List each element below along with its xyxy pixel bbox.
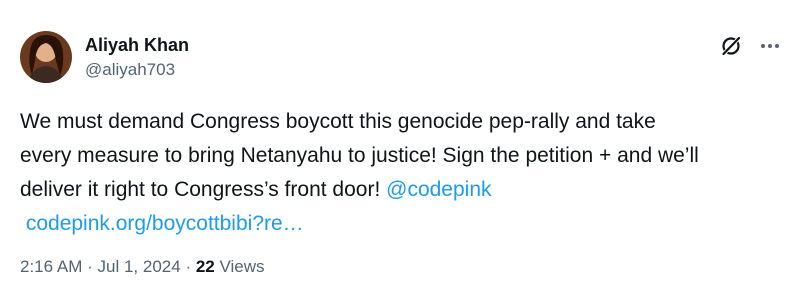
tweet-text-line: deliver it right to Congress’s front doo…: [20, 173, 790, 207]
author-name[interactable]: Aliyah Khan: [85, 35, 189, 56]
mention-link[interactable]: @codepink: [386, 178, 491, 201]
meta-separator: ·: [87, 257, 93, 276]
grok-icon[interactable]: [719, 34, 743, 58]
tweet-text-line: codepink.org/boycottbibi?re…: [20, 207, 790, 241]
tweet-text-line: We must demand Congress boycott this gen…: [20, 110, 656, 133]
url-link[interactable]: codepink.org/boycottbibi?re…: [26, 212, 304, 235]
tweet-text: We must demand Congress boycott this gen…: [20, 105, 790, 241]
tweet-date[interactable]: Jul 1, 2024: [98, 257, 181, 276]
meta-separator: ·: [185, 257, 192, 276]
author-handle[interactable]: @aliyah703: [85, 60, 175, 80]
avatar[interactable]: [20, 31, 72, 83]
tweet-meta: 2:16 AM · Jul 1, 2024 · 22 Views: [20, 257, 265, 277]
tweet-card: Aliyah Khan @aliyah703 We must demand Co…: [0, 0, 800, 298]
more-icon[interactable]: [758, 34, 782, 58]
tweet-text-line: every measure to bring Netanyahu to just…: [20, 144, 699, 167]
tweet-text-segment: deliver it right to Congress’s front doo…: [20, 178, 387, 201]
views-label: Views: [219, 257, 265, 276]
views-count: 22: [195, 257, 215, 276]
tweet-time[interactable]: 2:16 AM: [20, 257, 82, 276]
